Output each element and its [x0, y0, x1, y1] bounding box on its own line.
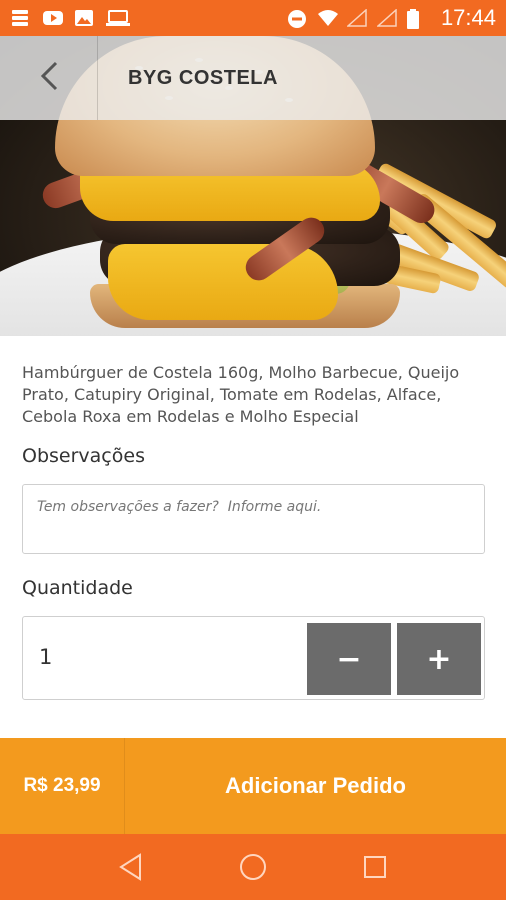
laptop-icon: [106, 9, 130, 27]
observations-input[interactable]: [22, 484, 485, 554]
status-time: 17:44: [440, 5, 496, 30]
recents-square-icon[interactable]: [355, 847, 395, 887]
system-nav-bar: [0, 834, 506, 900]
price-label: R$ 23,99: [0, 738, 125, 834]
decrease-quantity-button[interactable]: −: [307, 623, 391, 695]
home-circle-icon[interactable]: [233, 847, 273, 887]
signal-icon: [345, 8, 367, 27]
status-system: 17:44: [287, 5, 496, 31]
quantity-value: 1: [39, 645, 53, 669]
youtube-icon: [42, 9, 63, 27]
app-header: BYG COSTELA: [0, 36, 506, 120]
quantity-label: Quantidade: [22, 577, 133, 599]
order-bar: R$ 23,99 Adicionar Pedido: [0, 738, 506, 834]
battery-icon: [406, 9, 427, 29]
quantity-stepper: 1 − +: [22, 616, 485, 700]
page-title: BYG COSTELA: [128, 66, 278, 89]
storage-icon: [10, 9, 30, 27]
status-bar: 17:44: [0, 0, 506, 36]
status-notifications: [10, 9, 130, 27]
signal-icon: [375, 8, 397, 27]
back-triangle-icon[interactable]: [111, 847, 151, 887]
back-button[interactable]: [0, 36, 98, 120]
add-order-button[interactable]: Adicionar Pedido: [125, 738, 506, 834]
increase-quantity-button[interactable]: +: [397, 623, 481, 695]
image-icon: [74, 9, 94, 27]
wifi-icon: [317, 9, 338, 27]
do-not-disturb-icon: [287, 9, 307, 28]
cheese: [108, 244, 338, 320]
product-description: Hambúrguer de Costela 160g, Molho Barbec…: [22, 363, 460, 426]
observations-label: Observações: [22, 445, 145, 467]
chevron-left-icon: [38, 60, 60, 96]
